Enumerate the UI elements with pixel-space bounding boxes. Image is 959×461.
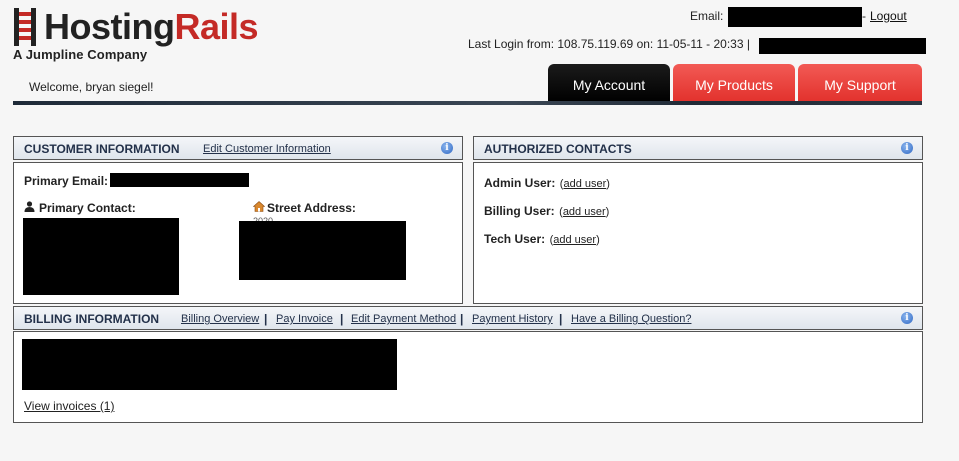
separator: | — [460, 312, 464, 326]
edit-customer-info-link[interactable]: Edit Customer Information — [203, 143, 331, 155]
add-tech-user-link[interactable]: add user — [553, 234, 596, 246]
billing-user-label: Billing User: — [484, 204, 555, 218]
admin-user-close-paren: ) — [606, 178, 610, 190]
billing-info-header: BILLING INFORMATION Billing Overview | P… — [13, 306, 923, 330]
info-icon[interactable]: i — [901, 312, 913, 324]
separator: | — [559, 312, 563, 326]
redacted-primary-contact — [23, 218, 179, 295]
authorized-contacts-title: AUTHORIZED CONTACTS — [484, 142, 632, 156]
billing-user-row: Billing User: (add user) — [484, 202, 609, 220]
user-icon — [24, 201, 35, 212]
redacted-primary-email — [110, 173, 249, 187]
billing-overview-link[interactable]: Billing Overview — [181, 313, 259, 325]
hostingrails-logo[interactable]: HostingRails A Jumpline Company — [12, 7, 282, 65]
redacted-email — [728, 7, 862, 27]
info-icon[interactable]: i — [441, 142, 453, 154]
tech-user-label: Tech User: — [484, 232, 546, 246]
logo-hosting-text: Hosting — [44, 6, 175, 47]
view-invoices-link[interactable]: View invoices (1) — [24, 399, 114, 413]
logo-rails-text: Rails — [174, 6, 259, 47]
customer-info-title: CUSTOMER INFORMATION — [24, 142, 180, 156]
street-address-label: Street Address: — [267, 201, 356, 215]
pay-invoice-link[interactable]: Pay Invoice — [276, 313, 333, 325]
authorized-contacts-body: Admin User: (add user) Billing User: (ad… — [473, 162, 923, 304]
billing-user-close-paren: ) — [605, 206, 610, 218]
add-billing-user-link[interactable]: add user — [563, 206, 606, 218]
separator: | — [340, 312, 344, 326]
customer-info-header: CUSTOMER INFORMATION Edit Customer Infor… — [13, 136, 463, 160]
redacted-last-login-info — [759, 38, 926, 54]
logo-wordmark: HostingRails — [44, 6, 259, 47]
primary-contact-label: Primary Contact: — [39, 201, 136, 215]
authorized-contacts-header: AUTHORIZED CONTACTS i — [473, 136, 923, 160]
home-icon — [253, 201, 265, 212]
logout-link[interactable]: Logout — [870, 9, 907, 23]
customer-info-body: Primary Email: Primary Contact: Street A… — [13, 162, 463, 304]
billing-info-title: BILLING INFORMATION — [24, 312, 160, 326]
redacted-billing-details — [22, 339, 397, 390]
header-dash: - — [862, 9, 866, 23]
tab-my-products[interactable]: My Products — [673, 64, 795, 102]
tab-my-account[interactable]: My Account — [548, 64, 670, 102]
header-email-label: Email: — [690, 9, 724, 23]
billing-question-link[interactable]: Have a Billing Question? — [571, 313, 691, 325]
separator: | — [264, 312, 268, 326]
payment-history-link[interactable]: Payment History — [472, 313, 553, 325]
ladder-logo-icon — [14, 8, 36, 46]
tab-my-support[interactable]: My Support — [798, 64, 922, 102]
tech-user-row: Tech User: (add user) — [484, 230, 600, 248]
redacted-street-address — [239, 221, 406, 280]
info-icon[interactable]: i — [901, 142, 913, 154]
billing-info-body: View invoices (1) — [13, 331, 923, 423]
add-admin-user-link[interactable]: add user — [563, 178, 606, 190]
admin-user-label: Admin User: — [484, 176, 556, 190]
last-login-text: Last Login from: 108.75.119.69 on: 11-05… — [468, 37, 750, 51]
admin-user-row: Admin User: (add user) — [484, 174, 610, 192]
edit-payment-method-link[interactable]: Edit Payment Method — [351, 313, 456, 325]
primary-email-label: Primary Email: — [24, 174, 109, 188]
nav-bar-strip — [13, 101, 922, 105]
tech-user-close-paren: ) — [596, 234, 600, 246]
logo-tagline: A Jumpline Company — [13, 47, 148, 62]
welcome-message: Welcome, bryan siegel! — [29, 80, 154, 94]
